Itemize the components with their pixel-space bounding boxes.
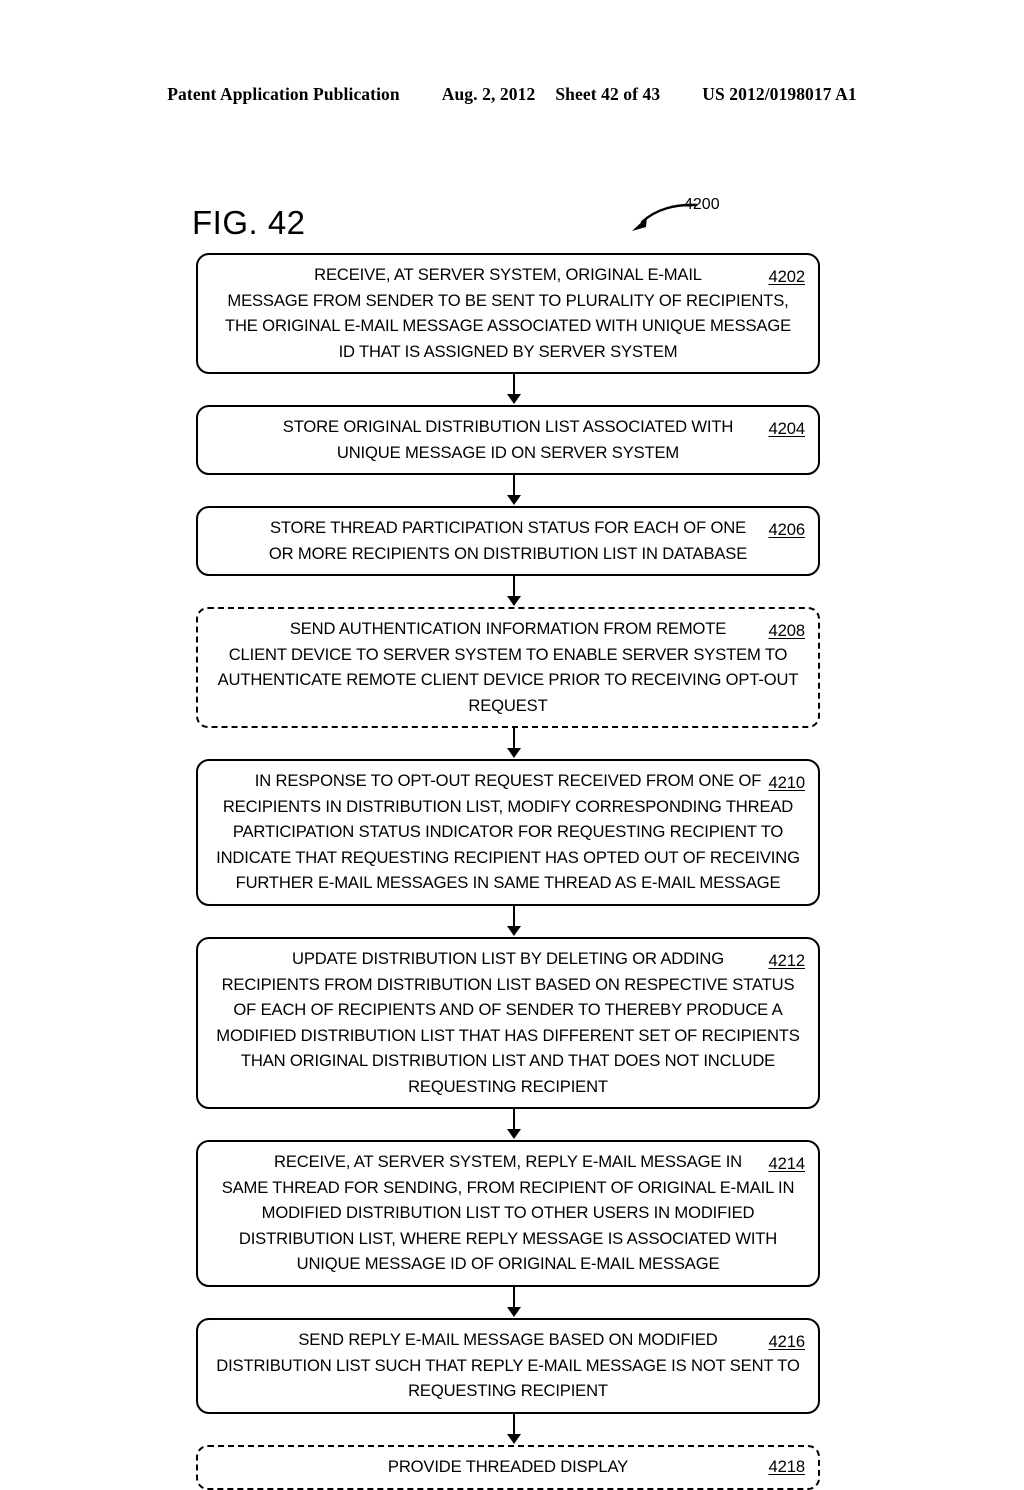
connector-arrowhead-icon [507, 1307, 521, 1317]
flow-node-text: STORE ORIGINAL DISTRIBUTION LIST ASSOCIA… [282, 417, 734, 462]
connector-arrowhead-icon [507, 495, 521, 505]
flow-node-reference-number: 4204 [768, 419, 805, 438]
flow-connector-arrow [506, 728, 522, 759]
connector-stem [513, 576, 516, 598]
flow-node-text: STORE THREAD PARTICIPATION STATUS FOR EA… [268, 518, 748, 563]
flow-node-text: SEND AUTHENTICATION INFORMATION FROM REM… [217, 619, 799, 715]
flow-node-4214[interactable]: RECEIVE, AT SERVER SYSTEM, REPLY E-MAIL … [196, 1140, 820, 1287]
flow-connector-arrow [506, 1414, 522, 1445]
connector-stem [513, 475, 516, 497]
flow-node-4208[interactable]: SEND AUTHENTICATION INFORMATION FROM REM… [196, 607, 820, 728]
connector-stem [513, 1287, 516, 1309]
connector-stem [513, 374, 516, 396]
flow-node-4206[interactable]: STORE THREAD PARTICIPATION STATUS FOR EA… [196, 506, 820, 576]
flow-node-4218[interactable]: PROVIDE THREADED DISPLAY 4218 [196, 1445, 820, 1490]
flow-connector-arrow [506, 1109, 522, 1140]
connector-arrowhead-icon [507, 1129, 521, 1139]
flow-connector-arrow [506, 906, 522, 937]
flow-node-text: UPDATE DISTRIBUTION LIST BY DELETING OR … [216, 949, 800, 1096]
flow-node-text: RECEIVE, AT SERVER SYSTEM, ORIGINAL E-MA… [224, 265, 792, 361]
flow-node-4216[interactable]: SEND REPLY E-MAIL MESSAGE BASED ON MODIF… [196, 1318, 820, 1414]
flow-node-reference-number: 4208 [768, 621, 805, 640]
flow-connector-arrow [506, 1287, 522, 1318]
flow-node-reference-number: 4206 [768, 520, 805, 539]
flow-node-4202[interactable]: RECEIVE, AT SERVER SYSTEM, ORIGINAL E-MA… [196, 253, 820, 374]
connector-arrowhead-icon [507, 926, 521, 936]
flow-node-text: PROVIDE THREADED DISPLAY [387, 1457, 629, 1476]
connector-arrowhead-icon [507, 394, 521, 404]
connector-arrowhead-icon [507, 748, 521, 758]
flow-connector-arrow [506, 576, 522, 607]
flow-node-text: SEND REPLY E-MAIL MESSAGE BASED ON MODIF… [216, 1330, 800, 1400]
flow-node-4210[interactable]: IN RESPONSE TO OPT-OUT REQUEST RECEIVED … [196, 759, 820, 906]
flow-connector-arrow [506, 475, 522, 506]
flow-node-reference-number: 4212 [768, 951, 805, 970]
flow-node-reference-number: 4214 [768, 1154, 805, 1173]
flow-node-text: IN RESPONSE TO OPT-OUT REQUEST RECEIVED … [216, 771, 800, 892]
connector-arrowhead-icon [507, 1434, 521, 1444]
flow-node-reference-number: 4202 [768, 267, 805, 286]
connector-stem [513, 1414, 516, 1436]
flow-node-text: RECEIVE, AT SERVER SYSTEM, REPLY E-MAIL … [221, 1152, 795, 1273]
connector-arrowhead-icon [507, 596, 521, 606]
flowchart: RECEIVE, AT SERVER SYSTEM, ORIGINAL E-MA… [0, 0, 1024, 1490]
flow-node-4212[interactable]: UPDATE DISTRIBUTION LIST BY DELETING OR … [196, 937, 820, 1109]
flow-node-reference-number: 4216 [768, 1332, 805, 1351]
connector-stem [513, 1109, 516, 1131]
flow-node-reference-number: 4210 [768, 773, 805, 792]
flow-connector-arrow [506, 374, 522, 405]
connector-stem [513, 728, 516, 750]
flow-node-reference-number: 4218 [768, 1457, 805, 1476]
flow-node-4204[interactable]: STORE ORIGINAL DISTRIBUTION LIST ASSOCIA… [196, 405, 820, 475]
connector-stem [513, 906, 516, 928]
